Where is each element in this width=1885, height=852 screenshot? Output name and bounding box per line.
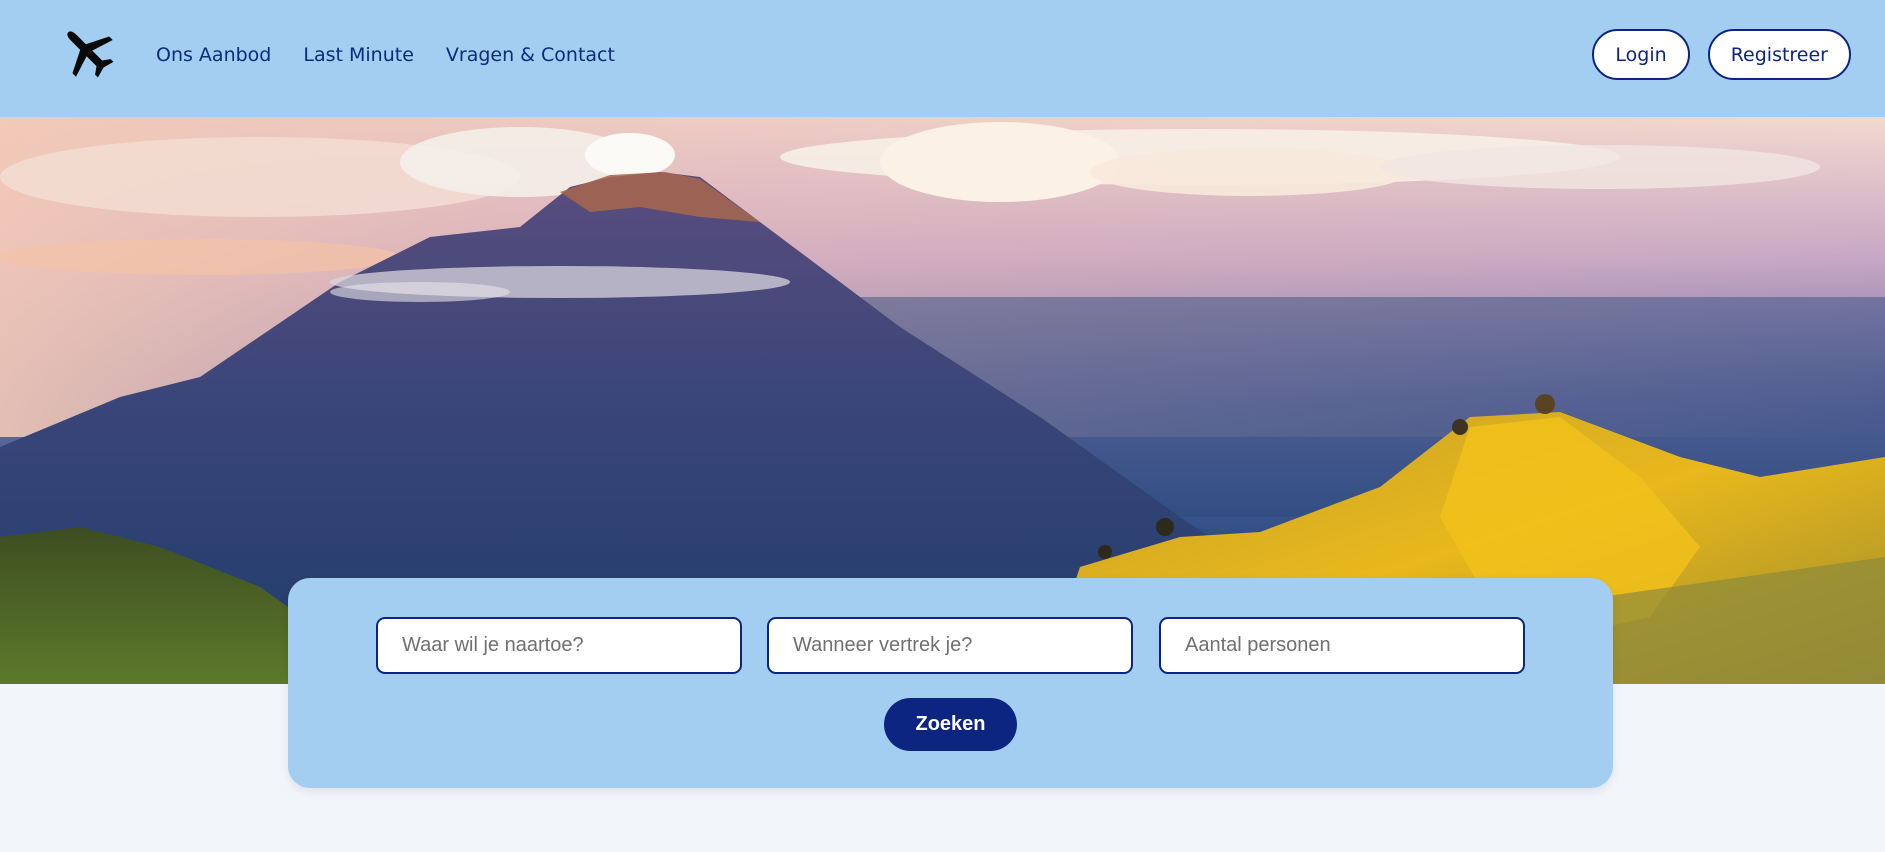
airplane-icon[interactable] [58, 22, 118, 82]
departure-date-input[interactable] [767, 617, 1133, 674]
login-button[interactable]: Login [1592, 29, 1690, 80]
nav-link-vragen-contact[interactable]: Vragen & Contact [446, 44, 615, 66]
destination-input[interactable] [376, 617, 742, 674]
site-header: Ons Aanbod Last Minute Vragen & Contact … [0, 0, 1885, 117]
nav-link-last-minute[interactable]: Last Minute [303, 44, 414, 66]
auth-buttons: Login Registreer [1592, 29, 1851, 80]
main-nav: Ons Aanbod Last Minute Vragen & Contact [156, 44, 615, 66]
persons-input[interactable] [1159, 617, 1525, 674]
search-card: Zoeken [288, 578, 1613, 788]
register-button[interactable]: Registreer [1707, 29, 1851, 80]
nav-link-ons-aanbod[interactable]: Ons Aanbod [156, 44, 271, 66]
search-button[interactable]: Zoeken [884, 698, 1017, 751]
